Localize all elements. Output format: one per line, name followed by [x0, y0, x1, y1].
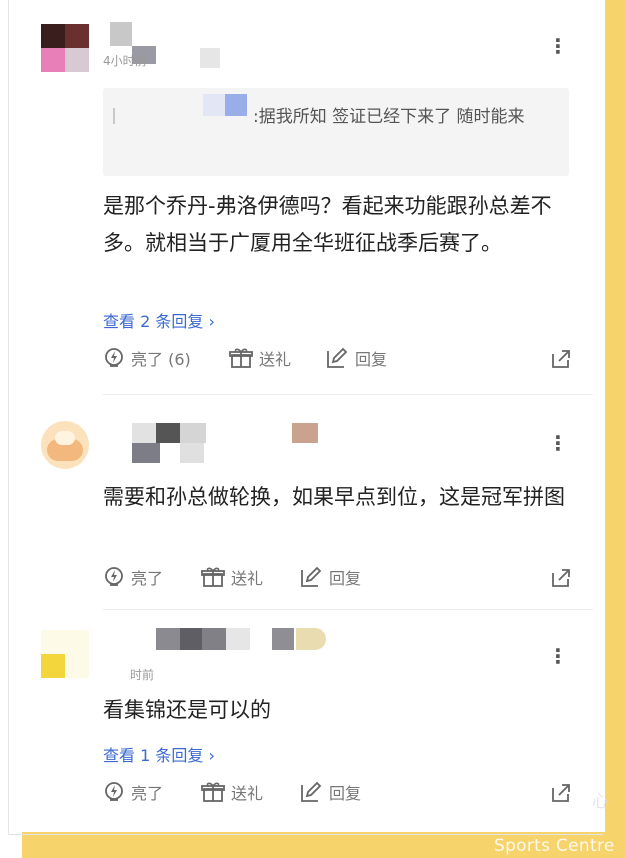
avatar[interactable] — [41, 24, 89, 72]
reply-button[interactable]: 回复 — [299, 565, 361, 589]
more-options-icon[interactable]: ⋮ — [548, 431, 568, 455]
yellow-frame-right — [605, 0, 625, 858]
share-button[interactable] — [549, 348, 573, 374]
comment: 4小时前 ⋮ :据我所知 签证已经下来了 随时能来 是那个乔丹-弗洛伊德吗？看起… — [0, 0, 603, 395]
like-label: 亮了 (6) — [131, 350, 191, 369]
gift-label: 送礼 — [259, 350, 292, 369]
reply-label: 回复 — [355, 350, 388, 369]
like-icon — [105, 348, 123, 367]
like-label: 亮了 — [131, 784, 164, 803]
action-bar: 亮了 送礼 回复 — [103, 565, 573, 591]
gift-label: 送礼 — [231, 784, 264, 803]
quoted-reply[interactable]: :据我所知 签证已经下来了 随时能来 — [103, 88, 569, 176]
gift-icon — [201, 782, 225, 802]
like-button[interactable]: 亮了 — [103, 565, 163, 589]
username[interactable] — [156, 628, 250, 650]
user-badge — [200, 48, 220, 68]
gift-label: 送礼 — [231, 569, 264, 588]
comment-time: 时前 — [130, 668, 155, 682]
time-blur — [104, 443, 214, 465]
gift-button[interactable]: 送礼 — [229, 346, 291, 370]
comment-time: 4小时前 — [103, 54, 147, 68]
action-bar: 亮了 送礼 回复 — [103, 780, 573, 806]
gift-button[interactable]: 送礼 — [201, 565, 263, 589]
username[interactable] — [132, 423, 206, 443]
like-icon — [105, 567, 123, 586]
comment: ⋮ 需要和孙总做轮换，如果早点到位，这是冠军拼图 亮了 送礼 回复 — [0, 395, 603, 610]
gift-icon — [201, 567, 225, 587]
like-button[interactable]: 亮了 (6) — [103, 346, 191, 370]
reply-button[interactable]: 回复 — [325, 346, 387, 370]
share-icon — [552, 569, 570, 587]
share-button[interactable] — [549, 782, 573, 808]
share-icon — [552, 784, 570, 802]
more-options-icon[interactable]: ⋮ — [548, 34, 568, 58]
more-options-icon[interactable]: ⋮ — [548, 644, 568, 668]
view-replies-link[interactable]: 查看 1 条回复 › — [103, 742, 215, 766]
avatar[interactable] — [41, 630, 89, 678]
view-replies-link[interactable]: 查看 2 条回复 › — [103, 308, 215, 332]
comment: 时前 ⋮ 看集锦还是可以的 查看 1 条回复 › 亮了 送礼 回复 — [0, 610, 603, 835]
like-button[interactable]: 亮了 — [103, 780, 163, 804]
reply-button[interactable]: 回复 — [299, 780, 361, 804]
gift-icon — [229, 348, 253, 368]
user-badge — [296, 628, 326, 650]
gift-button[interactable]: 送礼 — [201, 780, 263, 804]
edit-icon — [301, 566, 322, 587]
username[interactable] — [110, 22, 132, 46]
comment-body: 是那个乔丹-弗洛伊德吗？看起来功能跟孙总差不多。就相当于广厦用全华班征战季后赛了… — [103, 194, 552, 255]
edit-icon — [327, 347, 348, 368]
like-label: 亮了 — [131, 569, 164, 588]
avatar[interactable] — [41, 421, 89, 469]
share-icon — [552, 350, 570, 368]
reply-label: 回复 — [329, 784, 362, 803]
share-button[interactable] — [549, 567, 573, 593]
quote-text: :据我所知 签证已经下来了 随时能来 — [253, 107, 525, 127]
user-badge — [272, 628, 294, 650]
user-badge — [292, 423, 318, 443]
like-icon — [105, 782, 123, 801]
comment-body: 看集锦还是可以的 — [103, 698, 271, 722]
edit-icon — [301, 781, 322, 802]
watermark: Sports Centre — [494, 836, 615, 856]
comment-body: 需要和孙总做轮换，如果早点到位，这是冠军拼图 — [103, 485, 565, 509]
reply-label: 回复 — [329, 569, 362, 588]
quote-bar — [113, 108, 115, 124]
action-bar: 亮了 (6) 送礼 回复 — [103, 346, 573, 372]
